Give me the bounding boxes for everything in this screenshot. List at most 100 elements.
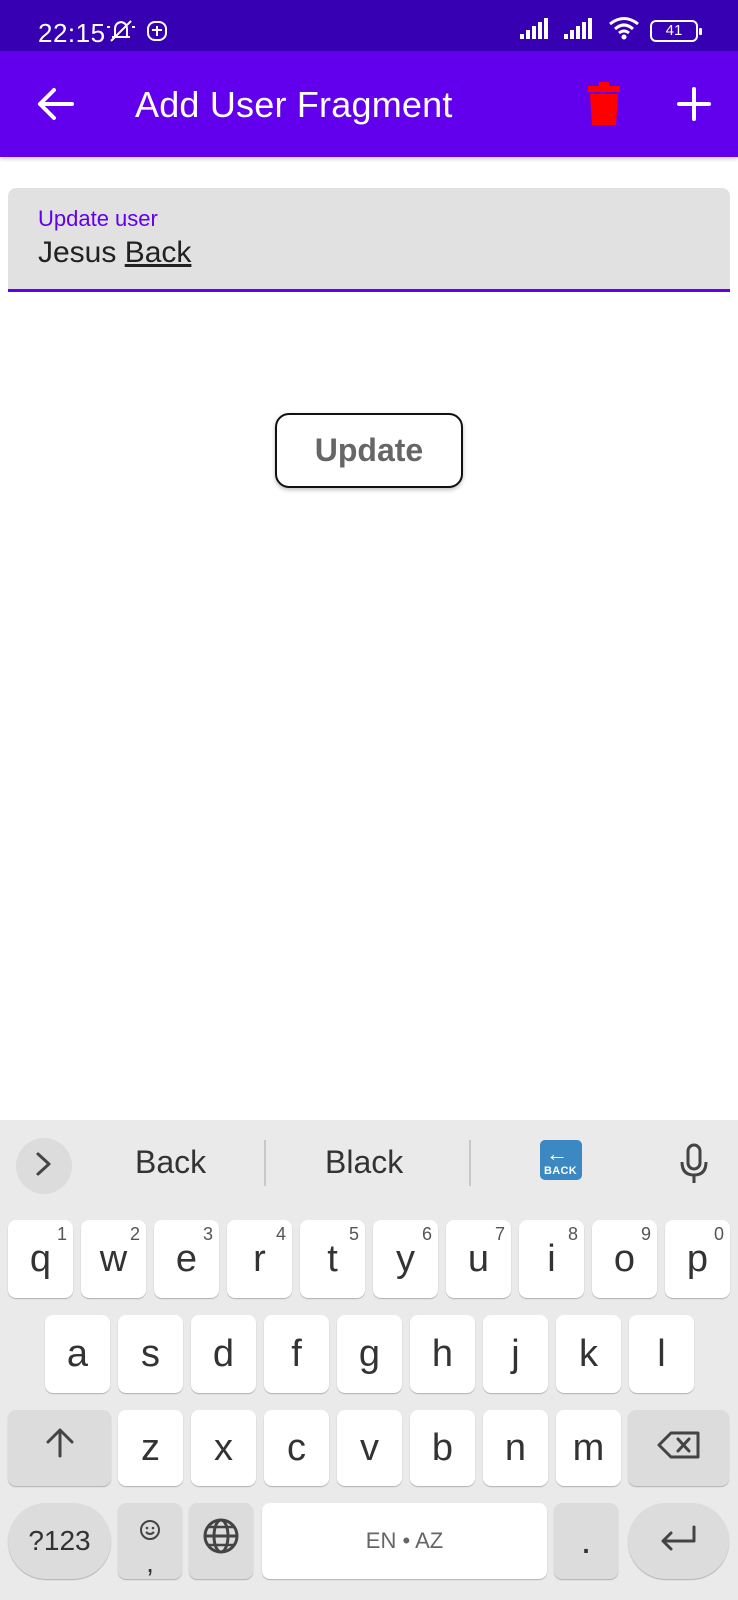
key-x[interactable]: x	[191, 1410, 256, 1486]
status-time: 22:15	[38, 18, 106, 48]
key-n[interactable]: n	[483, 1410, 548, 1486]
key-m[interactable]: m	[556, 1410, 621, 1486]
key-label: t	[327, 1237, 338, 1280]
key-hint: 3	[202, 1224, 213, 1244]
space-key-label: EN • AZ	[365, 1528, 444, 1553]
key-y[interactable]: y6	[373, 1220, 438, 1298]
key-c[interactable]: c	[264, 1410, 329, 1486]
value-composing-word: Back	[124, 236, 192, 269]
keyboard: Back Black ← BACK q1w2e3r4t5y6u7i8o9p0 a…	[0, 1120, 738, 1600]
key-label: b	[431, 1426, 454, 1469]
key-r[interactable]: r4	[227, 1220, 292, 1298]
suggestion-back[interactable]: Back	[135, 1144, 206, 1181]
key-t[interactable]: t5	[300, 1220, 365, 1298]
expand-toolbar-button[interactable]	[16, 1138, 72, 1194]
status-bar: 22:15 41	[0, 0, 738, 51]
comma-label: ,	[146, 1546, 154, 1578]
suggestion-divider	[469, 1140, 471, 1186]
globe-icon	[202, 1517, 240, 1565]
update-user-label: Update user	[38, 206, 158, 231]
key-label: u	[467, 1237, 490, 1280]
muted-bell-icon	[106, 18, 136, 49]
chevron-right-icon	[34, 1151, 54, 1182]
key-hint: 7	[494, 1224, 505, 1244]
key-g[interactable]: g	[337, 1315, 402, 1393]
key-label: q	[29, 1237, 52, 1280]
key-f[interactable]: f	[264, 1315, 329, 1393]
comma-emoji-key[interactable]: ,	[118, 1503, 182, 1579]
key-hint: 6	[421, 1224, 432, 1244]
key-hint: 2	[129, 1224, 140, 1244]
key-label: v	[360, 1426, 379, 1469]
key-h[interactable]: h	[410, 1315, 475, 1393]
update-user-field[interactable]: Update user Jesus Back	[8, 188, 730, 292]
symbols-key[interactable]: ?123	[8, 1503, 111, 1579]
back-arrow-emoji-icon: ←	[546, 1141, 568, 1166]
back-arrow-icon[interactable]	[34, 81, 80, 127]
update-button[interactable]: Update	[275, 413, 463, 488]
key-b[interactable]: b	[410, 1410, 475, 1486]
key-i[interactable]: i8	[519, 1220, 584, 1298]
key-label: f	[291, 1332, 302, 1375]
key-label: c	[287, 1426, 306, 1469]
key-label: l	[657, 1332, 666, 1375]
key-label: j	[511, 1332, 520, 1375]
app-notification-icon	[146, 18, 168, 49]
key-label: s	[141, 1332, 160, 1375]
suggestion-strip: Back Black ← BACK	[0, 1120, 738, 1208]
backspace-key[interactable]	[628, 1410, 729, 1486]
suggestion-divider	[264, 1140, 266, 1186]
key-label: g	[358, 1332, 381, 1375]
key-z[interactable]: z	[118, 1410, 183, 1486]
status-icons-left	[106, 18, 168, 49]
key-q[interactable]: q1	[8, 1220, 73, 1298]
key-label: w	[99, 1237, 128, 1280]
key-hint: 8	[567, 1224, 578, 1244]
symbols-key-label: ?123	[28, 1525, 91, 1556]
key-hint: 1	[56, 1224, 67, 1244]
page-title: Add User Fragment	[135, 84, 453, 125]
key-label: o	[613, 1237, 636, 1280]
key-o[interactable]: o9	[592, 1220, 657, 1298]
backspace-icon	[656, 1427, 702, 1470]
period-label: .	[580, 1519, 592, 1562]
key-e[interactable]: e3	[154, 1220, 219, 1298]
key-label: m	[572, 1426, 605, 1469]
value-first-word: Jesus	[38, 236, 117, 269]
key-j[interactable]: j	[483, 1315, 548, 1393]
key-label: r	[253, 1237, 266, 1280]
space-key[interactable]: EN • AZ	[262, 1503, 547, 1579]
key-u[interactable]: u7	[446, 1220, 511, 1298]
delete-icon[interactable]	[582, 81, 626, 127]
smiley-icon	[138, 1509, 162, 1552]
add-icon[interactable]	[672, 81, 716, 127]
back-emoji-suggestion[interactable]: ← BACK	[540, 1140, 582, 1180]
key-v[interactable]: v	[337, 1410, 402, 1486]
enter-icon	[658, 1520, 700, 1563]
key-k[interactable]: k	[556, 1315, 621, 1393]
key-label: a	[66, 1332, 89, 1375]
key-p[interactable]: p0	[665, 1220, 730, 1298]
key-l[interactable]: l	[629, 1315, 694, 1393]
key-label: e	[175, 1237, 198, 1280]
enter-key[interactable]	[628, 1503, 729, 1579]
language-key[interactable]	[189, 1503, 253, 1579]
key-hint: 0	[713, 1224, 724, 1244]
update-user-value[interactable]: Jesus Back	[38, 236, 191, 270]
key-label: z	[141, 1426, 160, 1469]
period-key[interactable]: .	[554, 1503, 618, 1579]
suggestion-black[interactable]: Black	[325, 1144, 403, 1181]
key-s[interactable]: s	[118, 1315, 183, 1393]
key-w[interactable]: w2	[81, 1220, 146, 1298]
key-a[interactable]: a	[45, 1315, 110, 1393]
app-bar: Add User Fragment	[0, 51, 738, 157]
shift-key[interactable]	[8, 1410, 111, 1486]
key-d[interactable]: d	[191, 1315, 256, 1393]
screen: 22:15 41 Add User Fragment Update user J…	[0, 0, 738, 1600]
key-label: n	[504, 1426, 527, 1469]
shift-arrow-icon	[43, 1426, 77, 1470]
microphone-icon[interactable]	[676, 1142, 712, 1186]
key-label: h	[431, 1332, 454, 1375]
signal-2-icon	[564, 17, 598, 44]
key-hint: 4	[275, 1224, 286, 1244]
